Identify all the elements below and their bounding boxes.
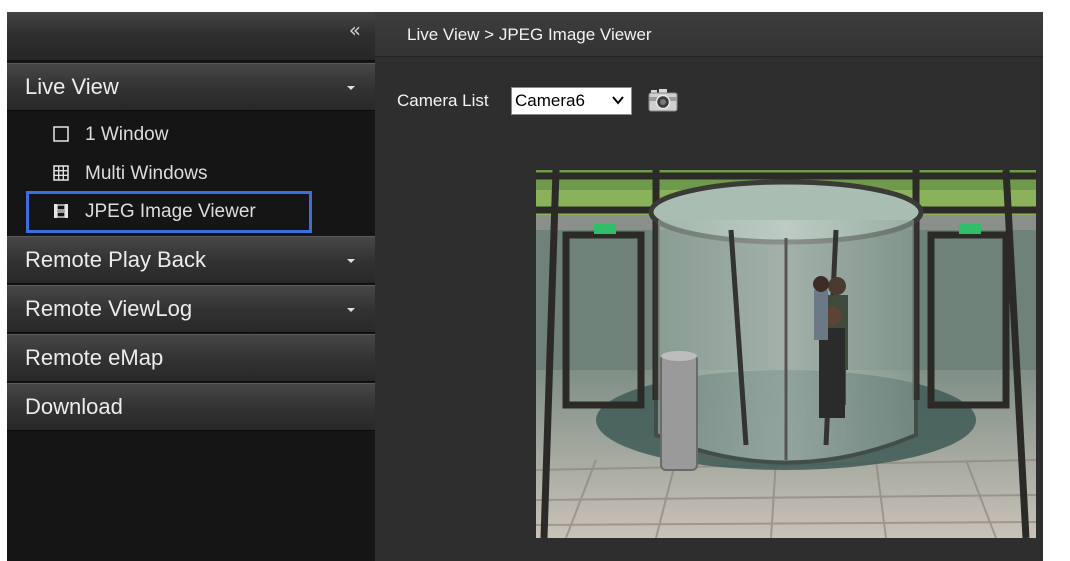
submenu-multi-windows-label: Multi Windows: [85, 163, 208, 184]
camera-select[interactable]: Camera6: [511, 87, 632, 115]
grid-windows-icon: [53, 165, 69, 181]
film-strip-icon: [54, 204, 68, 218]
sidebar: « Live View 1 Window Multi Windows JPEG …: [7, 12, 375, 561]
double-chevron-left-icon[interactable]: «: [349, 18, 361, 42]
menu-remote-emap-label: Remote eMap: [25, 345, 164, 370]
breadcrumb: Live View > JPEG Image Viewer: [375, 12, 1043, 57]
camera-feed-image: [536, 170, 1036, 538]
menu-remote-play-back[interactable]: Remote Play Back: [7, 236, 375, 284]
submenu-jpeg-image-viewer-label: JPEG Image Viewer: [85, 201, 256, 222]
menu-remote-emap[interactable]: Remote eMap: [7, 334, 375, 382]
breadcrumb-text: Live View > JPEG Image Viewer: [407, 25, 652, 44]
menu-remote-play-back-label: Remote Play Back: [25, 247, 206, 272]
menu-download-label: Download: [25, 394, 123, 419]
caret-down-icon: [347, 259, 355, 263]
submenu-multi-windows[interactable]: Multi Windows: [29, 156, 309, 192]
caret-down-icon: [347, 86, 355, 90]
menu-live-view[interactable]: Live View: [7, 63, 375, 111]
menu-remote-viewlog-label: Remote ViewLog: [25, 296, 193, 321]
menu-remote-viewlog[interactable]: Remote ViewLog: [7, 285, 375, 333]
camera-snapshot-icon[interactable]: [648, 87, 678, 113]
camera-feed-viewer: [536, 170, 1036, 538]
main-panel: Live View > JPEG Image Viewer Camera Lis…: [375, 12, 1043, 561]
single-window-icon: [53, 126, 69, 142]
menu-live-view-label: Live View: [25, 74, 119, 99]
submenu-1-window-label: 1 Window: [85, 124, 169, 145]
menu-download[interactable]: Download: [7, 383, 375, 431]
camera-select-value: Camera6: [515, 91, 585, 110]
sidebar-collapse-bar: «: [7, 12, 375, 61]
caret-down-icon: [347, 308, 355, 312]
submenu-1-window[interactable]: 1 Window: [29, 117, 309, 153]
submenu-jpeg-image-viewer[interactable]: JPEG Image Viewer: [26, 191, 312, 233]
chevron-down-icon: [612, 96, 624, 105]
camera-list-label: Camera List: [397, 91, 489, 110]
